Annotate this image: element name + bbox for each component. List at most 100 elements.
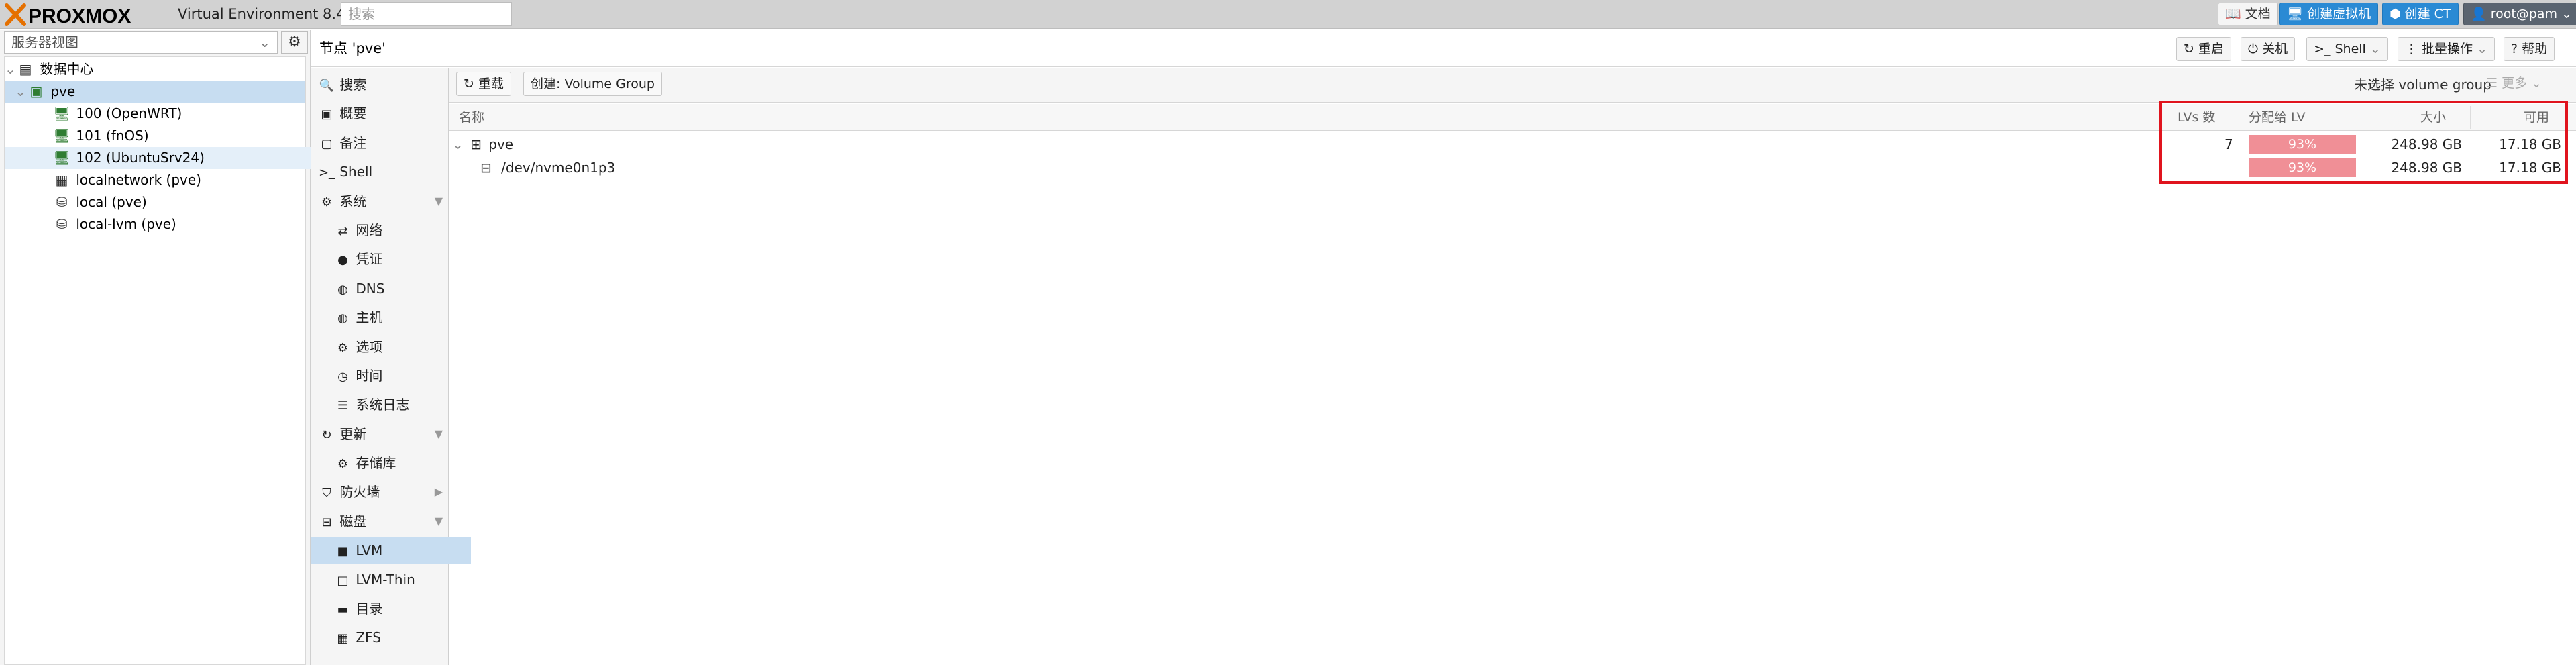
table-row-vg-pve[interactable]: ⌄ ⊞ pve xyxy=(452,133,513,156)
network-icon: ▦ xyxy=(55,172,68,188)
search-input[interactable]: 搜索 xyxy=(341,2,512,26)
chevron-down-icon: ⌄ xyxy=(2531,76,2542,91)
nav-item-shell[interactable]: >_ Shell xyxy=(311,158,455,185)
resource-tree: ⌄ ▤ 数据中心 ⌄ ▣ pve 🖥 100 (OpenWRT) 🖥 101 (fn… xyxy=(4,56,352,665)
nav-item-repositories[interactable]: ⚙ 存储库 xyxy=(311,450,471,476)
disk-icon: ⊟ xyxy=(321,515,332,529)
collapse-icon: ⌄ xyxy=(5,61,16,77)
clock-icon: ◷ xyxy=(337,370,348,384)
version-label: Virtual Environment 8.4.5 xyxy=(178,6,359,22)
nav-item-zfs[interactable]: ▦ ZFS xyxy=(311,624,471,651)
nav-item-syslog[interactable]: ☰ 系统日志 xyxy=(311,391,471,418)
monitor-icon: 🖥 xyxy=(2287,7,2304,21)
user-menu-button[interactable]: 👤 root@pam ⌄ xyxy=(2463,3,2576,25)
nav-item-directory[interactable]: ▬ 目录 xyxy=(311,595,471,622)
nav-item-dns[interactable]: ◍ DNS xyxy=(311,275,471,302)
gear-icon[interactable]: ⚙ xyxy=(281,31,308,54)
book-icon: 📖 xyxy=(2225,7,2241,21)
globe-icon: ◍ xyxy=(337,283,348,297)
chevron-down-icon: ▼ xyxy=(434,515,443,527)
create-ct-button[interactable]: ⬢ 创建 CT xyxy=(2382,3,2459,25)
tree-item-localnetwork[interactable]: ▦ localnetwork (pve) xyxy=(5,169,352,191)
nav-item-network[interactable]: ⇄ 网络 xyxy=(311,217,471,244)
more-button[interactable]: ☰ 更多 ⌄ xyxy=(2486,72,2542,95)
node-icon: ▣ xyxy=(30,83,43,99)
tree-item-local-lvm[interactable]: ⛁ local-lvm (pve) xyxy=(5,213,352,236)
selection-status: 未选择 volume group xyxy=(2354,76,2491,93)
proxmox-logo: PROXMOX xyxy=(4,3,176,28)
nav-item-disks[interactable]: ⊟ 磁盘 ▼ xyxy=(311,508,455,535)
disk-icon: ⊟ xyxy=(480,160,492,176)
nav-item-system[interactable]: ⚙ 系统 ▼ xyxy=(311,188,455,215)
tree-item-datacenter[interactable]: ⌄ ▤ 数据中心 xyxy=(5,58,305,81)
table-row-pv-nvme0n1p3[interactable]: ⊟ /dev/nvme0n1p3 xyxy=(480,156,615,179)
create-volume-group-button[interactable]: 创建: Volume Group xyxy=(523,72,662,96)
chevron-down-icon: ⌄ xyxy=(2477,42,2488,56)
nav-item-time[interactable]: ◷ 时间 xyxy=(311,362,471,389)
tree-item-pve[interactable]: ⌄ ▣ pve xyxy=(5,81,305,103)
reload-button[interactable]: ↻ 重载 xyxy=(456,72,511,96)
tree-item-local[interactable]: ⛁ local (pve) xyxy=(5,191,352,213)
summary-icon: ▣ xyxy=(321,107,333,121)
volume-group-icon: ⊞ xyxy=(470,136,482,152)
nav-item-notes[interactable]: ▢ 备注 xyxy=(311,130,455,156)
list-icon: ☰ xyxy=(337,399,349,413)
chevron-down-icon: ⌄ xyxy=(2369,42,2381,56)
vm-running-icon: 🖥 xyxy=(53,105,70,121)
nav-item-updates[interactable]: ↻ 更新 ▼ xyxy=(311,421,455,448)
nav-item-search[interactable]: 🔍 搜索 xyxy=(311,71,455,98)
vm-running-icon: 🖥 xyxy=(53,150,70,166)
gears-icon: ⚙ xyxy=(321,195,333,209)
column-header-name[interactable]: 名称 xyxy=(459,104,484,131)
storage-icon: ⛁ xyxy=(56,194,68,210)
node-header xyxy=(311,30,2576,67)
shield-icon: ⛉ xyxy=(322,486,331,500)
datacenter-icon: ▤ xyxy=(19,61,32,77)
nav-item-lvm-thin[interactable]: □ LVM-Thin xyxy=(311,566,471,593)
nav-item-hosts[interactable]: ◍ 主机 xyxy=(311,304,471,331)
tree-item-vm-100[interactable]: 🖥 100 (OpenWRT) xyxy=(5,103,352,125)
highlight-box xyxy=(2159,101,2568,184)
tree-item-vm-101[interactable]: 🖥 101 (fnOS) xyxy=(5,125,352,147)
restart-button[interactable]: ↻ 重启 xyxy=(2176,37,2231,61)
search-icon: 🔍 xyxy=(319,79,335,93)
logo-text: PROXMOX xyxy=(28,5,131,27)
terminal-icon: >_ xyxy=(2314,42,2331,56)
tree-item-vm-102[interactable]: 🖥 102 (UbuntuSrv24) xyxy=(5,147,352,169)
restart-icon: ↻ xyxy=(2184,42,2194,56)
chevron-down-icon: ⌄ xyxy=(2561,7,2572,21)
shell-button[interactable]: >_ Shell ⌄ xyxy=(2306,37,2388,61)
page-title: 节点 'pve' xyxy=(319,40,386,56)
help-button[interactable]: ? 帮助 xyxy=(2504,37,2555,61)
refresh-icon: ↻ xyxy=(321,428,332,442)
power-icon: ⏻ xyxy=(2248,42,2259,56)
globe-icon: ◍ xyxy=(337,311,348,325)
docs-button[interactable]: 📖 文档 xyxy=(2218,3,2278,25)
shutdown-button[interactable]: ⏻ 关机 xyxy=(2241,37,2296,61)
nav-item-lvm[interactable]: ■ LVM xyxy=(311,537,471,564)
collapse-icon: ⌄ xyxy=(452,136,464,152)
chevron-down-icon: ▼ xyxy=(434,427,443,440)
node-nav-menu: 🔍 搜索 ▣ 概要 ▢ 备注 >_ Shell ⚙ 系统 ▼ ⇄ 网络 ● 凭证 … xyxy=(311,68,471,665)
create-vm-button[interactable]: 🖥 创建虚拟机 xyxy=(2279,3,2379,25)
view-selector[interactable]: 服务器视图 ⌄ xyxy=(4,31,278,54)
nav-item-certificates[interactable]: ● 凭证 xyxy=(311,246,471,272)
list-icon: ☰ xyxy=(2486,76,2498,91)
menu-dots-icon: ⋮ xyxy=(2405,42,2418,56)
chevron-down-icon: ▼ xyxy=(434,195,443,207)
nav-item-firewall[interactable]: ⛉ 防火墙 ▶ xyxy=(311,478,455,505)
nav-item-options[interactable]: ⚙ 选项 xyxy=(311,334,471,360)
lvm-thin-icon: □ xyxy=(337,574,349,588)
bulk-actions-button[interactable]: ⋮ 批量操作 ⌄ xyxy=(2398,37,2496,61)
cube-icon: ⬢ xyxy=(2390,7,2401,21)
vm-running-icon: 🖥 xyxy=(53,127,70,144)
chevron-right-icon: ▶ xyxy=(434,485,443,498)
nav-item-summary[interactable]: ▣ 概要 xyxy=(311,100,455,127)
help-icon: ? xyxy=(2511,42,2518,56)
lvm-icon: ■ xyxy=(337,544,349,558)
zfs-icon: ▦ xyxy=(337,631,349,646)
folder-icon: ▬ xyxy=(337,603,349,617)
user-icon: 👤 xyxy=(2471,7,2487,21)
collapse-icon: ⌄ xyxy=(15,83,26,99)
chevron-down-icon: ⌄ xyxy=(259,34,270,50)
